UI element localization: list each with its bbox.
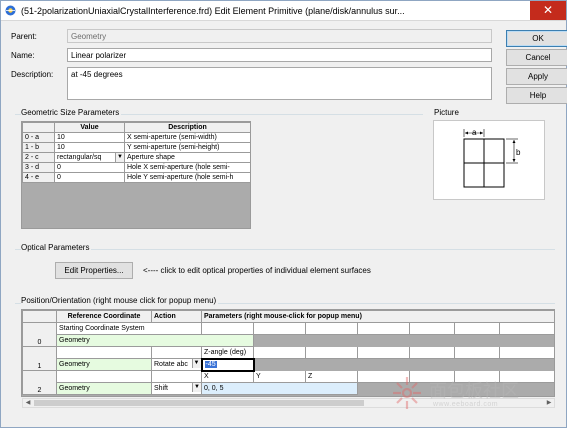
param-cell	[498, 346, 554, 359]
empty-cell	[252, 358, 554, 371]
z-angle-label: Z-angle (deg)	[201, 346, 254, 359]
description-textarea[interactable]: at -45 degrees	[67, 67, 492, 100]
scrollbar-thumb[interactable]	[34, 400, 364, 406]
chevron-down-icon[interactable]: ▼	[115, 153, 124, 162]
watermark-text: 面包板社区	[429, 381, 519, 402]
geo-description-cell: Hole X semi-aperture (hole semi-	[124, 162, 250, 173]
description-label: Description:	[11, 70, 54, 79]
pos-ref-cell[interactable]: Geometry	[56, 358, 152, 371]
shift-xyz-cell[interactable]: 0, 0, 5	[201, 382, 358, 395]
x-label: X	[201, 370, 254, 383]
pos-ref-cell[interactable]: Geometry	[56, 334, 254, 347]
close-button[interactable]: ✕	[530, 1, 566, 20]
apply-button[interactable]: Apply	[506, 68, 567, 85]
param-cell	[409, 346, 455, 359]
param-cell	[151, 346, 202, 359]
param-cell	[357, 346, 410, 359]
parent-label: Parent:	[11, 32, 37, 41]
param-cell	[253, 322, 306, 335]
geo-value-cell[interactable]: 0	[54, 162, 125, 173]
picture-group-title: Picture	[434, 108, 461, 117]
parent-field: Geometry	[67, 29, 492, 43]
aperture-shape-combo[interactable]: rectangular/sq ▼	[54, 152, 125, 163]
edit-properties-hint: <---- click to edit optical properties o…	[143, 266, 371, 275]
param-cell	[305, 322, 358, 335]
app-icon	[5, 5, 16, 16]
pos-action-header: Action	[151, 310, 202, 323]
geo-row-id: 4 - e	[22, 172, 55, 183]
geo-row-id: 0 - a	[22, 132, 55, 143]
param-cell	[201, 322, 254, 335]
param-cell	[409, 322, 455, 335]
aperture-diagram: a b	[463, 128, 521, 188]
scroll-left-icon[interactable]: ◀	[23, 399, 33, 407]
picture-label-a: a	[472, 128, 477, 137]
param-cell	[253, 346, 306, 359]
pos-ref-cell[interactable]: Geometry	[56, 382, 152, 395]
action-combo[interactable]: Rotate abc ▼	[151, 358, 202, 371]
geo-description-cell: X semi-aperture (semi-width)	[124, 132, 250, 143]
z-label: Z	[305, 370, 358, 383]
geo-row-id: 3 - d	[22, 162, 55, 173]
position-group-title: Position/Orientation (right mouse click …	[21, 296, 219, 305]
geo-value-cell[interactable]: 10	[54, 142, 125, 153]
aperture-shape-value: rectangular/sq	[57, 154, 102, 161]
pos-row-number: 0	[22, 322, 57, 347]
param-cell	[305, 346, 358, 359]
geo-value-cell[interactable]: 0	[54, 172, 125, 183]
z-angle-value: -45	[204, 361, 217, 368]
param-cell	[151, 370, 202, 383]
param-cell	[357, 322, 410, 335]
geo-value-header: Value	[54, 122, 125, 133]
geo-description-cell: Y semi-aperture (semi-height)	[124, 142, 250, 153]
optical-group-title: Optical Parameters	[21, 243, 92, 252]
param-cell	[56, 346, 152, 359]
edit-properties-button[interactable]: Edit Properties...	[55, 262, 133, 279]
dialog-window: (51-2polarizationUniaxialCrystalInterfer…	[0, 0, 567, 428]
geo-description-cell: Hole Y semi-aperture (hole semi-h	[124, 172, 250, 183]
param-cell	[498, 322, 554, 335]
chevron-down-icon[interactable]: ▼	[191, 359, 201, 368]
action-combo[interactable]: Shift ▼	[151, 382, 202, 395]
action-value: Rotate abc	[154, 361, 188, 368]
watermark-logo-icon	[393, 377, 421, 409]
geo-description-cell: Aperture shape	[124, 152, 250, 163]
pos-corner-header	[22, 310, 57, 323]
pos-row-number: 2	[22, 370, 57, 395]
picture-label-b: b	[516, 148, 521, 157]
empty-cell	[252, 334, 554, 347]
name-input[interactable]: Linear polarizer	[67, 48, 492, 62]
watermark: 面包板社区 www.eeboard.com	[389, 373, 564, 419]
geometric-group-title: Geometric Size Parameters	[21, 108, 122, 117]
geo-row-id: 1 - b	[22, 142, 55, 153]
geometric-grid: Value Description 0 - a 10 X semi-apertu…	[21, 121, 251, 229]
param-cell	[56, 370, 152, 383]
name-label: Name:	[11, 51, 35, 60]
cancel-button[interactable]: Cancel	[506, 49, 567, 66]
title-bar: (51-2polarizationUniaxialCrystalInterfer…	[1, 1, 566, 21]
pos-row-number: 1	[22, 346, 57, 371]
aperture-picture: a b	[433, 120, 545, 200]
window-title: (51-2polarizationUniaxialCrystalInterfer…	[21, 6, 405, 16]
param-cell	[454, 322, 500, 335]
geo-row-id: 2 - c	[22, 152, 55, 163]
watermark-url: www.eeboard.com	[433, 401, 499, 408]
chevron-down-icon[interactable]: ▼	[192, 383, 201, 392]
geo-value-cell[interactable]: 10	[54, 132, 125, 143]
pos-params-header: Parameters (right mouse-click for popup …	[200, 310, 554, 323]
z-angle-input[interactable]: -45	[200, 357, 255, 372]
pos-ref-header: Reference Coordinate	[56, 310, 152, 323]
geo-description-header: Description	[124, 122, 250, 133]
ok-button[interactable]: OK	[506, 30, 567, 47]
help-button[interactable]: Help	[506, 87, 567, 104]
y-label: Y	[253, 370, 306, 383]
param-cell	[454, 346, 500, 359]
starting-coordinate-label: Starting Coordinate System	[56, 322, 202, 335]
geo-corner-header	[22, 122, 55, 133]
action-value: Shift	[154, 385, 169, 392]
